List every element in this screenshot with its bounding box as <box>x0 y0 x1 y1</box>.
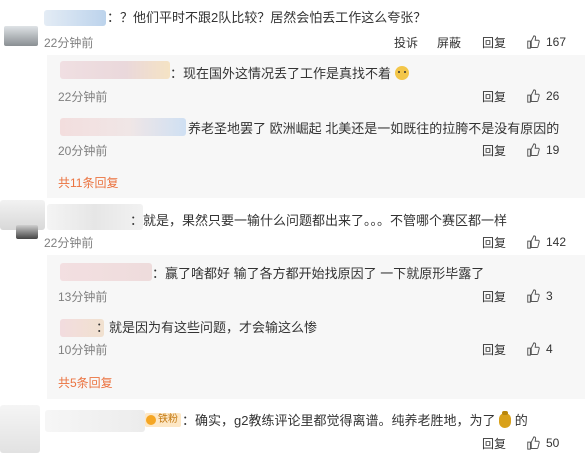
money-bag-icon <box>499 411 512 428</box>
username-redacted <box>60 61 170 79</box>
badge-icon <box>146 415 156 425</box>
like-button[interactable]: 3 <box>526 289 553 303</box>
username-redacted <box>60 263 152 281</box>
like-count: 26 <box>546 89 560 103</box>
reply-time: 20分钟前 <box>58 144 108 158</box>
comment-text: ：？他们平时不跟2队比较？居然会怕丢工作这么夸张？ <box>107 10 427 25</box>
comment-time: 22分钟前 <box>44 236 94 250</box>
username-redacted <box>44 10 106 26</box>
report-button[interactable]: 投诉 <box>394 36 418 50</box>
comment-time: 22分钟前 <box>44 36 94 50</box>
reply-button[interactable]: 回复 <box>482 36 506 50</box>
reply-button[interactable]: 回复 <box>482 437 506 451</box>
emoji-icon <box>394 66 409 80</box>
more-replies-link[interactable]: 共5条回复 <box>58 376 113 390</box>
block-button[interactable]: 屏蔽 <box>437 36 461 50</box>
like-count: 3 <box>546 289 553 303</box>
reply-text: 养老圣地罢了 欧洲崛起 北美还是一如既往的拉胯不是没有原因的 <box>188 121 560 136</box>
thumbs-up-icon <box>527 235 540 249</box>
like-button[interactable]: 167 <box>526 35 566 49</box>
thumbs-up-icon <box>527 342 540 356</box>
like-button[interactable]: 4 <box>526 342 553 356</box>
like-button[interactable]: 142 <box>526 235 566 249</box>
username-redacted <box>47 204 143 230</box>
like-button[interactable]: 19 <box>526 143 559 157</box>
reply-button[interactable]: 回复 <box>482 236 506 250</box>
fan-badge: 铁粉 <box>145 413 181 427</box>
like-button[interactable]: 26 <box>526 89 559 103</box>
like-button[interactable]: 50 <box>526 436 559 450</box>
like-count: 167 <box>546 35 567 49</box>
comment-text: ：就是，果然只要一输什么问题都出来了。。。不管哪个赛区都一样 <box>130 213 508 228</box>
reply-button[interactable]: 回复 <box>482 290 506 304</box>
reply-button[interactable]: 回复 <box>482 343 506 357</box>
comment-text: ：确实，g2教练评论里都觉得离谱。纯养老胜地，为了 的 <box>182 411 528 428</box>
username-redacted <box>45 410 145 432</box>
reply-text: ：现在国外这情况丢了工作是真找不着 <box>170 66 409 82</box>
like-count: 19 <box>546 143 560 157</box>
like-count: 50 <box>546 436 560 450</box>
like-count: 4 <box>546 342 553 356</box>
reply-time: 13分钟前 <box>58 290 108 304</box>
username-redacted <box>0 405 40 453</box>
thumbs-up-icon <box>527 89 540 103</box>
badge-label: 铁粉 <box>158 414 178 425</box>
reply-button[interactable]: 回复 <box>482 144 506 158</box>
reply-text: ：赢了啥都好 输了各方都开始找原因了 一下就原形毕露了 <box>152 266 485 281</box>
thumbs-up-icon <box>527 143 540 157</box>
thumbs-up-icon <box>527 289 540 303</box>
reply-time: 10分钟前 <box>58 343 108 357</box>
reply-button[interactable]: 回复 <box>482 90 506 104</box>
like-count: 142 <box>546 235 567 249</box>
more-replies-link[interactable]: 共11条回复 <box>58 176 118 190</box>
avatar[interactable] <box>16 225 38 239</box>
username-redacted <box>60 118 186 136</box>
thumbs-up-icon <box>527 436 540 450</box>
reply-time: 22分钟前 <box>58 90 108 104</box>
avatar[interactable] <box>4 26 38 46</box>
thumbs-up-icon <box>527 35 540 49</box>
reply-text: ：就是因为有这些问题，才会输这么惨 <box>96 320 318 335</box>
